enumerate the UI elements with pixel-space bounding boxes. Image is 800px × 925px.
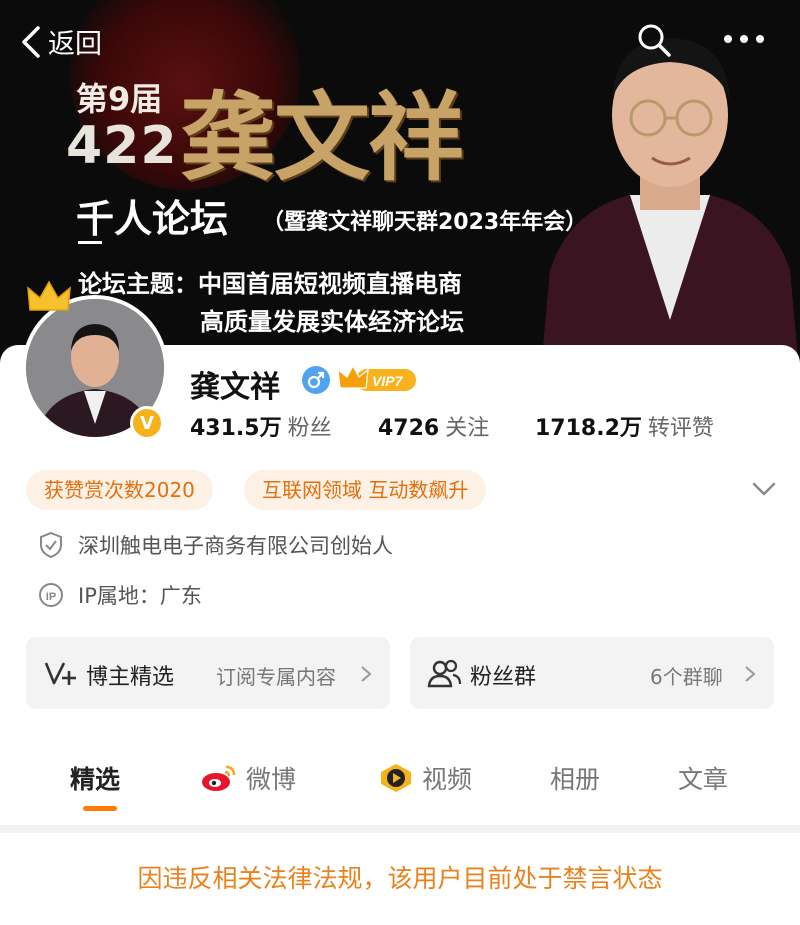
male-gender-icon [302, 366, 330, 394]
tag-internet-field[interactable]: 互联网领域 互动数飙升 [244, 470, 487, 510]
tab-articles[interactable]: 文章 [678, 760, 728, 796]
chevron-down-icon[interactable] [752, 480, 776, 498]
stat-followers[interactable]: 431.5万 粉丝 [190, 410, 332, 442]
company-info: 深圳触电电子商务有限公司创始人 [38, 530, 393, 560]
banner-theme-line2: 高质量发展实体经济论坛 [200, 308, 464, 336]
tab-video-label: 视频 [422, 765, 473, 794]
weibo-icon [202, 765, 236, 791]
blogger-pick-title: 博主精选 [86, 665, 175, 690]
fan-group-icon [427, 659, 462, 688]
tab-featured[interactable]: 精选 [70, 760, 120, 796]
stat-following[interactable]: 4726 关注 [378, 410, 489, 442]
banner-edition: 第9届 [76, 80, 163, 118]
fan-group-title: 粉丝群 [470, 665, 537, 690]
ip-location-icon: IP [39, 583, 63, 607]
chevron-right-icon [361, 666, 372, 682]
back-button[interactable]: 返回 [18, 22, 102, 61]
vip-badge[interactable]: VIP7 [338, 364, 418, 394]
tab-video[interactable]: 视频 [378, 760, 472, 796]
tab-album-label: 相册 [550, 765, 601, 794]
top-bar: 返回 [0, 0, 800, 80]
company-text: 深圳触电电子商务有限公司创始人 [78, 534, 393, 558]
chevron-left-icon [22, 25, 40, 58]
video-icon [381, 764, 411, 792]
back-label: 返回 [48, 29, 102, 60]
banner-number: 422 [66, 116, 178, 176]
blogger-pick-box[interactable]: 博主精选 订阅专属内容 [26, 637, 390, 709]
more-options-icon[interactable] [722, 26, 766, 52]
stat-reposts-value: 1718.2万 [535, 416, 642, 441]
crown-icon [27, 280, 71, 311]
chevron-right-icon [745, 666, 756, 682]
stat-following-label: 关注 [445, 416, 490, 441]
restriction-notice: 因违反相关法律法规，该用户目前处于禁言状态 [0, 833, 800, 925]
svg-text:IP: IP [46, 591, 56, 603]
banner-forum-subtitle: （暨龚文祥聊天群2023年年会） [262, 210, 588, 235]
stat-following-value: 4726 [378, 416, 440, 441]
fan-group-count: 6个群聊 [650, 665, 723, 689]
fan-group-box[interactable]: 粉丝群 6个群聊 [410, 637, 774, 709]
stat-reposts-likes[interactable]: 1718.2万 转评赞 [535, 410, 714, 442]
stat-followers-label: 粉丝 [287, 416, 332, 441]
tab-featured-label: 精选 [70, 765, 121, 794]
search-icon[interactable] [636, 22, 672, 58]
user-name: 龚文祥 [190, 370, 280, 405]
restriction-notice-text: 因违反相关法律法规，该用户目前处于禁言状态 [137, 864, 663, 893]
stat-reposts-label: 转评赞 [647, 416, 714, 441]
content-tabs: 精选 微博 视频 相册 文章 [0, 740, 800, 815]
banner-forum-title: 千人论坛 [76, 197, 229, 241]
tab-weibo-label: 微博 [246, 765, 297, 794]
banner-divider [78, 241, 102, 244]
active-tab-indicator [83, 806, 117, 811]
banner-theme-line1: 论坛主题：中国首届短视频直播电商 [78, 270, 462, 298]
tab-weibo[interactable]: 微博 [200, 760, 296, 796]
vip-label: VIP7 [372, 373, 404, 389]
verified-badge: V [130, 406, 164, 440]
blogger-pick-icon [44, 662, 76, 685]
banner-name: 龚文祥 [180, 81, 464, 194]
tag-reward-count[interactable]: 获赞赏次数2020 [26, 470, 213, 510]
stat-followers-value: 431.5万 [190, 416, 282, 441]
tab-articles-label: 文章 [678, 765, 729, 794]
tab-album[interactable]: 相册 [550, 760, 600, 796]
blogger-pick-subtitle: 订阅专属内容 [216, 665, 336, 689]
ip-text: IP属地：广东 [78, 584, 202, 608]
shield-icon [40, 531, 62, 559]
ip-info: IP IP属地：广东 [38, 580, 202, 610]
